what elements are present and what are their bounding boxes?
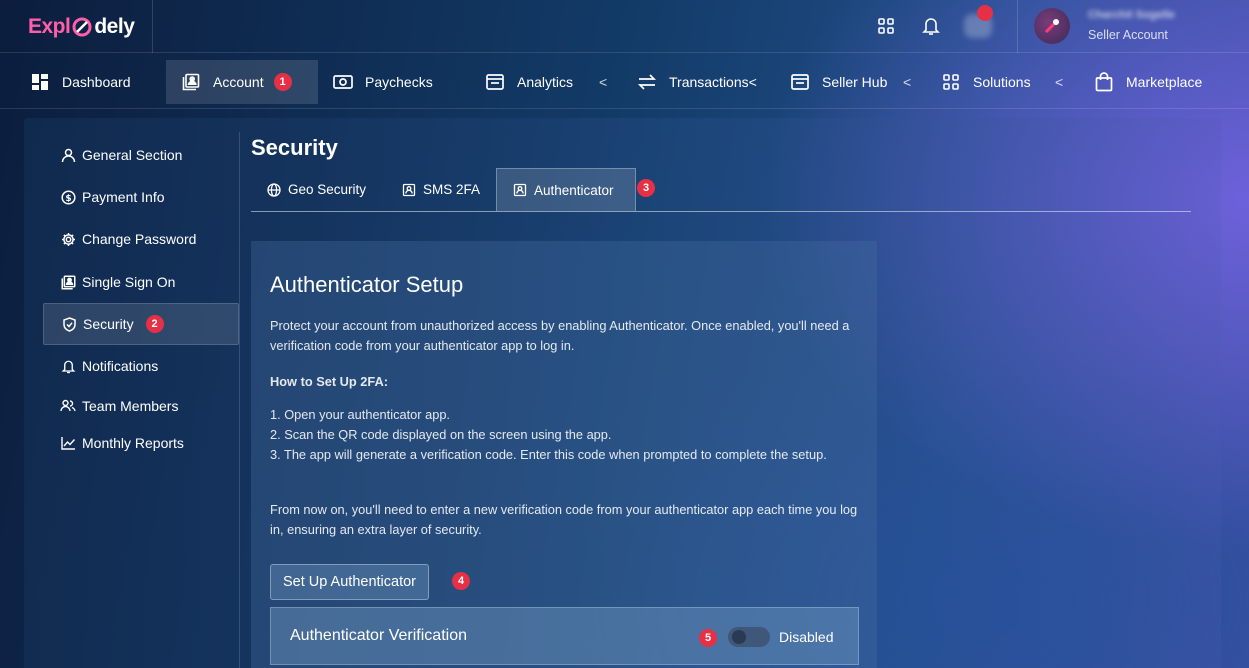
- verification-toggle[interactable]: [728, 627, 770, 647]
- account-icon: [60, 274, 76, 290]
- verification-state: Disabled: [779, 629, 834, 645]
- browser-icon: [790, 72, 810, 92]
- user-role: Seller Account: [1088, 28, 1168, 42]
- step-3: 3. The app will generate a verification …: [270, 447, 827, 462]
- step-1: 1. Open your authenticator app.: [270, 407, 450, 422]
- tab-geo-security[interactable]: Geo Security: [251, 168, 382, 211]
- outro-text: From now on, you'll need to enter a new …: [270, 502, 858, 537]
- tab-authenticator[interactable]: Authenticator: [496, 168, 636, 211]
- nav-item-marketplace[interactable]: Marketplace: [1094, 60, 1202, 104]
- account-icon: [181, 72, 201, 92]
- browser-icon: [485, 72, 505, 92]
- nav-label: Analytics: [517, 74, 574, 90]
- sidebar-item-notifications[interactable]: Notifications: [43, 345, 239, 387]
- chevron-left-icon[interactable]: <: [599, 74, 607, 90]
- gear-icon: [60, 231, 76, 247]
- logo-text-right: dely: [94, 14, 135, 38]
- shield-icon: [61, 316, 77, 332]
- sidebar-item-security[interactable]: Security 2: [43, 303, 239, 345]
- authenticator-verification-row: Authenticator Verification 5 Disabled: [270, 607, 859, 665]
- tab-sms-2fa[interactable]: SMS 2FA: [386, 168, 496, 211]
- set-up-authenticator-button[interactable]: Set Up Authenticator: [270, 564, 429, 600]
- toggle-badge: 5: [699, 629, 717, 647]
- tab-label: Authenticator: [534, 182, 614, 198]
- toggle-knob: [732, 630, 746, 644]
- sidebar-item-monthly-reports[interactable]: Monthly Reports: [43, 422, 239, 464]
- chevron-left-icon[interactable]: <: [749, 74, 757, 90]
- bell-icon: [60, 358, 76, 374]
- nav-item-account[interactable]: Account 1: [166, 60, 318, 104]
- dashboard-icon: [30, 72, 50, 92]
- nav-badge: 1: [273, 73, 292, 91]
- nav-label: Transactions: [669, 74, 749, 90]
- dollar-icon: $: [60, 189, 76, 205]
- app-logo[interactable]: Expl dely: [0, 0, 153, 53]
- sidebar-item-label: Monthly Reports: [82, 435, 184, 451]
- tab-label: Geo Security: [288, 182, 367, 197]
- user-icon: [60, 147, 76, 163]
- chevron-left-icon[interactable]: <: [903, 74, 911, 90]
- arrows-icon: [637, 72, 657, 92]
- sidebar-item-label: Single Sign On: [82, 274, 176, 290]
- step-2: 2. Scan the QR code displayed on the scr…: [270, 427, 612, 442]
- sidebar-item-label: Payment Info: [82, 189, 165, 205]
- camera-icon: [333, 72, 353, 92]
- nav-label: Dashboard: [62, 74, 131, 90]
- verification-label: Authenticator Verification: [290, 627, 467, 644]
- settings-sidebar: General Section $ Payment Info Change Pa…: [24, 132, 240, 668]
- main-nav: Dashboard Account 1 Paychecks Analytics …: [0, 53, 1249, 109]
- page-title: Security: [251, 135, 338, 160]
- sidebar-badge: 2: [145, 315, 164, 333]
- authenticator-card: Authenticator Setup Protect your account…: [251, 241, 877, 668]
- logo-text-left: Expl: [28, 14, 71, 38]
- account-icon: [513, 183, 527, 197]
- sidebar-item-label: Notifications: [82, 358, 159, 374]
- sidebar-item-general-section[interactable]: General Section: [43, 134, 239, 176]
- account-icon: [402, 183, 416, 197]
- tab-badge: 3: [637, 179, 655, 197]
- button-badge: 4: [452, 572, 470, 590]
- nav-item-solutions[interactable]: Solutions: [941, 60, 1031, 104]
- bag-icon: [1094, 72, 1114, 92]
- rocket-icon: [72, 17, 92, 36]
- user-menu[interactable]: Charchit Sogelle Seller Account: [1017, 0, 1249, 53]
- sidebar-item-payment-info[interactable]: $ Payment Info: [43, 176, 239, 218]
- sidebar-item-change-password[interactable]: Change Password: [43, 218, 239, 260]
- security-tabs: Geo Security SMS 2FA Authenticator 3: [251, 168, 1191, 212]
- avatar-rocket-icon: [1044, 19, 1059, 34]
- sidebar-item-label: Security: [83, 316, 134, 332]
- team-icon: [60, 398, 76, 414]
- sidebar-item-single-sign-on[interactable]: Single Sign On: [43, 261, 239, 303]
- card-title: Authenticator Setup: [270, 272, 464, 297]
- sidebar-item-label: Team Members: [82, 398, 179, 414]
- nav-label: Seller Hub: [822, 74, 888, 90]
- nav-label: Paychecks: [365, 74, 433, 90]
- svg-text:$: $: [65, 194, 71, 204]
- sidebar-item-label: General Section: [82, 147, 183, 163]
- bell-icon[interactable]: [917, 12, 945, 40]
- nav-item-seller-hub[interactable]: Seller Hub: [790, 60, 887, 104]
- chart-icon: [60, 435, 76, 451]
- user-name: Charchit Sogelle: [1088, 9, 1175, 21]
- sidebar-item-label: Change Password: [82, 231, 197, 247]
- chevron-left-icon[interactable]: <: [1055, 74, 1063, 90]
- top-bar: Expl dely Charchit Sogelle Seller Accoun…: [0, 0, 1249, 53]
- avatar[interactable]: [1034, 8, 1070, 44]
- nav-item-transactions[interactable]: Transactions <: [637, 60, 757, 104]
- tab-label: SMS 2FA: [423, 182, 481, 197]
- nav-item-analytics[interactable]: Analytics: [485, 60, 573, 104]
- nav-item-dashboard[interactable]: Dashboard: [30, 60, 131, 104]
- nav-label: Account: [213, 74, 264, 90]
- sidebar-item-team-members[interactable]: Team Members: [43, 385, 239, 427]
- globe-icon: [267, 182, 281, 197]
- grid-icon: [941, 72, 961, 92]
- nav-label: Solutions: [973, 74, 1031, 90]
- grid-icon[interactable]: [872, 12, 900, 40]
- intro-text: Protect your account from unauthorized a…: [270, 318, 850, 353]
- howto-title: How to Set Up 2FA:: [270, 374, 389, 389]
- nav-label: Marketplace: [1126, 74, 1203, 90]
- nav-item-paychecks[interactable]: Paychecks: [333, 60, 433, 104]
- message-badge: [977, 5, 993, 21]
